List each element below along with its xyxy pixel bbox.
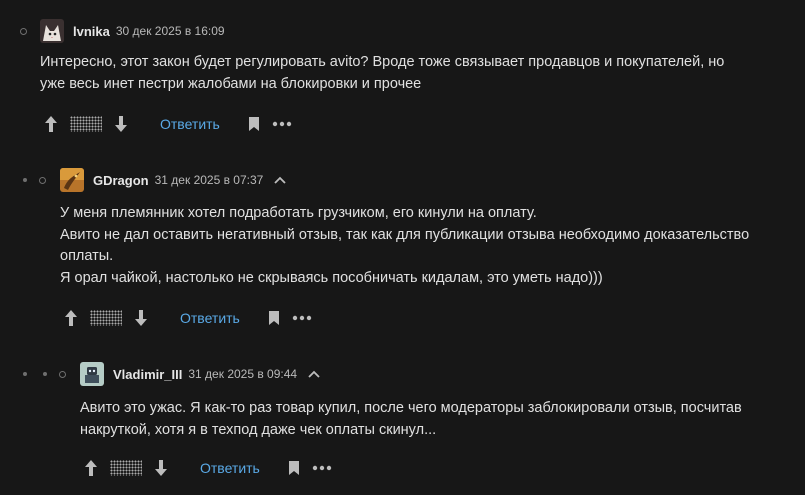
avatar-cat-icon	[40, 19, 64, 43]
more-options-icon[interactable]	[312, 465, 332, 471]
thread-ring-icon	[20, 27, 27, 35]
rating-hidden	[70, 116, 102, 132]
thread-ring-icon	[59, 370, 66, 378]
collapse-chevron-icon[interactable]	[273, 173, 287, 187]
comment-actions: Ответить	[84, 456, 332, 480]
thread-indent-2	[23, 166, 46, 194]
thread-dot-icon	[23, 178, 27, 182]
reply-button[interactable]: Ответить	[180, 310, 240, 326]
thread-indent-3	[23, 360, 66, 388]
downvote-icon[interactable]	[154, 459, 168, 477]
comment-text: Авито это ужас. Я как-то раз товар купил…	[80, 400, 742, 438]
comment-date[interactable]: 30 дек 2025 в 16:09	[116, 24, 225, 38]
comment-text: Интересно, этот закон будет регулировать…	[40, 54, 725, 92]
upvote-icon[interactable]	[64, 309, 78, 327]
reply-button[interactable]: Ответить	[200, 460, 260, 476]
more-options-icon[interactable]	[292, 315, 312, 321]
comment-header: Vladimir_III 31 дек 2025 в 09:44	[80, 360, 321, 388]
comment-date[interactable]: 31 дек 2025 в 07:37	[155, 173, 264, 187]
comment-header: lvnika 30 дек 2025 в 16:09	[40, 17, 225, 45]
upvote-icon[interactable]	[84, 459, 98, 477]
username[interactable]: Vladimir_III	[113, 367, 182, 382]
comment-text: У меня племянник хотел подработать грузч…	[60, 205, 750, 286]
avatar[interactable]	[40, 19, 64, 43]
username[interactable]: GDragon	[93, 173, 149, 188]
bookmark-icon[interactable]	[248, 116, 260, 132]
upvote-icon[interactable]	[44, 115, 58, 133]
reply-button[interactable]: Ответить	[160, 116, 220, 132]
thread-dot-icon	[23, 372, 27, 376]
downvote-icon[interactable]	[114, 115, 128, 133]
avatar-robot-icon	[80, 362, 104, 386]
rating-hidden	[90, 310, 122, 326]
comment-actions: Ответить	[64, 306, 312, 330]
avatar[interactable]	[60, 168, 84, 192]
thread-dot-icon	[43, 372, 47, 376]
username[interactable]: lvnika	[73, 24, 110, 39]
comment-header: GDragon 31 дек 2025 в 07:37	[60, 166, 287, 194]
collapse-chevron-icon[interactable]	[307, 367, 321, 381]
comment-actions: Ответить	[44, 112, 292, 136]
avatar[interactable]	[80, 362, 104, 386]
rating-hidden	[110, 460, 142, 476]
thread-indent-1	[20, 17, 27, 45]
avatar-dragon-icon	[60, 168, 84, 192]
bookmark-icon[interactable]	[268, 310, 280, 326]
bookmark-icon[interactable]	[288, 460, 300, 476]
downvote-icon[interactable]	[134, 309, 148, 327]
more-options-icon[interactable]	[272, 121, 292, 127]
comment-date[interactable]: 31 дек 2025 в 09:44	[188, 367, 297, 381]
thread-ring-icon	[39, 176, 46, 184]
